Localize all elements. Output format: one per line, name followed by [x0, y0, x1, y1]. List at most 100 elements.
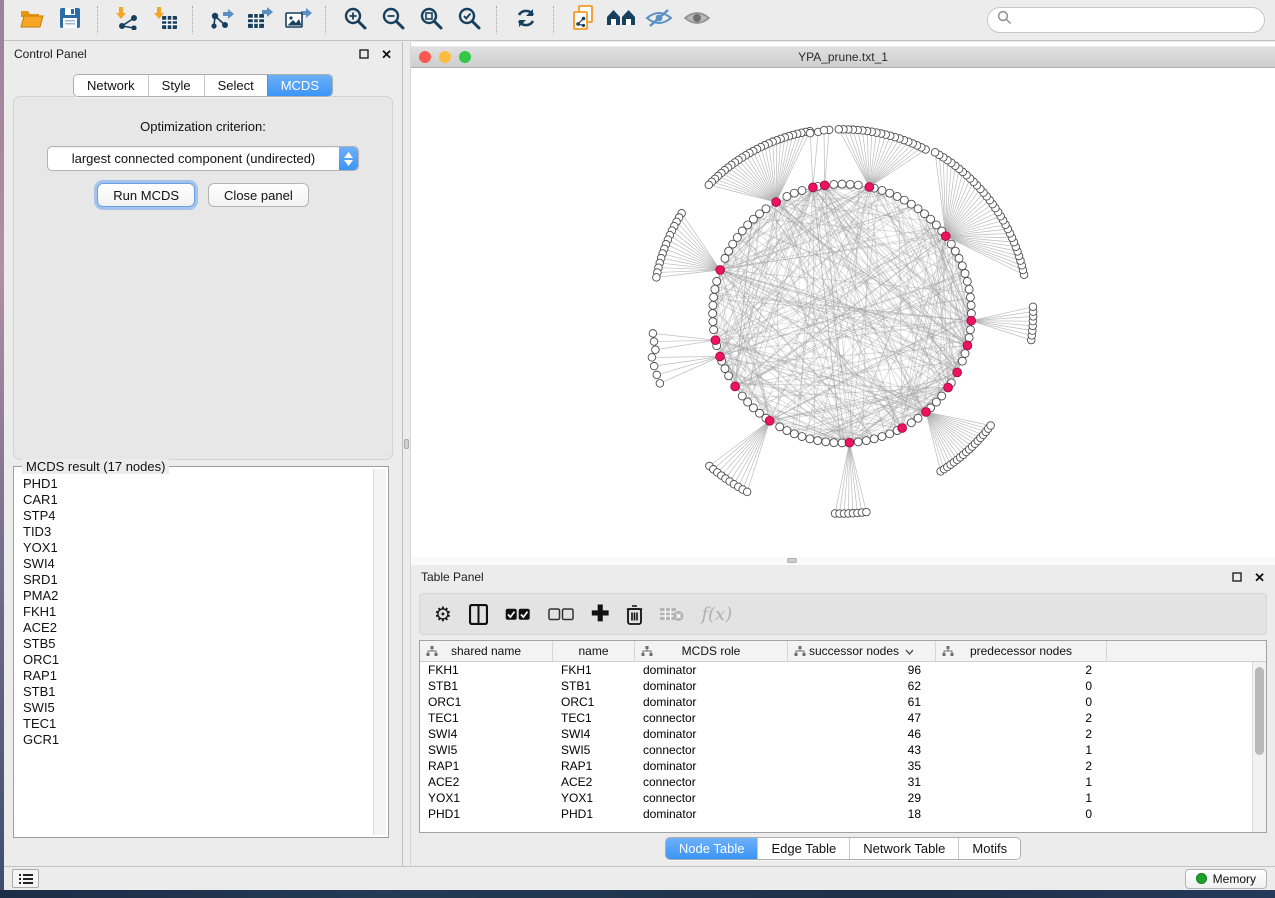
network-node[interactable]	[863, 508, 871, 516]
network-canvas[interactable]	[411, 69, 1275, 557]
close-panel-button[interactable]: Close panel	[208, 183, 309, 207]
network-node[interactable]	[854, 181, 862, 189]
select-all-button[interactable]	[505, 608, 531, 621]
dominator-node[interactable]	[716, 352, 725, 361]
import-table-from-file-button[interactable]	[147, 4, 183, 36]
network-node[interactable]	[830, 180, 838, 188]
network-node[interactable]	[967, 301, 975, 309]
network-node[interactable]	[886, 430, 894, 438]
cell-successor-nodes[interactable]: 35	[788, 758, 936, 774]
network-node[interactable]	[886, 189, 894, 197]
show-all-button[interactable]	[679, 4, 715, 36]
network-node[interactable]	[776, 423, 784, 431]
cell-successor-nodes[interactable]: 96	[788, 662, 936, 678]
dominator-node[interactable]	[953, 368, 962, 377]
mcds-result-item[interactable]: TEC1	[16, 716, 373, 732]
float-panel-icon[interactable]	[1232, 572, 1242, 582]
network-node[interactable]	[653, 274, 661, 282]
mcds-result-item[interactable]: PMA2	[16, 588, 373, 604]
table-scrollbar[interactable]	[1252, 662, 1266, 832]
network-graph[interactable]	[411, 69, 1275, 557]
search-input[interactable]	[1018, 13, 1255, 28]
network-node[interactable]	[705, 181, 713, 189]
export-table-button[interactable]	[242, 4, 278, 36]
cell-successor-nodes[interactable]: 46	[788, 726, 936, 742]
network-node[interactable]	[798, 433, 806, 441]
tab-select[interactable]: Select	[204, 75, 267, 96]
network-node[interactable]	[958, 357, 966, 365]
tab-motifs[interactable]: Motifs	[958, 838, 1020, 859]
cell-predecessor-nodes[interactable]: 2	[936, 710, 1107, 726]
tab-network-table[interactable]: Network Table	[849, 838, 958, 859]
cell-mcds-role[interactable]: connector	[635, 710, 788, 726]
network-node[interactable]	[762, 205, 770, 213]
network-node[interactable]	[965, 285, 973, 293]
table-row[interactable]: ORC1ORC1dominator610	[420, 694, 1266, 710]
float-panel-icon[interactable]	[359, 49, 369, 59]
network-node[interactable]	[709, 301, 717, 309]
network-node[interactable]	[862, 437, 870, 445]
horizontal-splitter[interactable]	[411, 557, 1275, 565]
mcds-result-item[interactable]: FKH1	[16, 604, 373, 620]
network-node[interactable]	[900, 196, 908, 204]
dominator-node[interactable]	[765, 416, 774, 425]
network-node[interactable]	[846, 180, 854, 188]
splitter-handle[interactable]	[787, 558, 797, 563]
cell-predecessor-nodes[interactable]: 0	[936, 806, 1107, 822]
mcds-result-item[interactable]: TID3	[16, 524, 373, 540]
network-node[interactable]	[783, 427, 791, 435]
network-node[interactable]	[738, 392, 746, 400]
network-node[interactable]	[709, 318, 717, 326]
cell-mcds-role[interactable]: connector	[635, 742, 788, 758]
cell-shared-name[interactable]: SWI4	[420, 726, 553, 742]
cell-name[interactable]: PHD1	[553, 806, 635, 822]
cell-mcds-role[interactable]: dominator	[635, 662, 788, 678]
network-node[interactable]	[653, 371, 661, 379]
tab-style[interactable]: Style	[148, 75, 204, 96]
function-builder-button[interactable]: f(x)	[701, 604, 732, 625]
cell-shared-name[interactable]: FKH1	[420, 662, 553, 678]
tab-edge-table[interactable]: Edge Table	[757, 838, 849, 859]
mcds-result-item[interactable]: SWI5	[16, 700, 373, 716]
cell-predecessor-nodes[interactable]: 0	[936, 694, 1107, 710]
table-row[interactable]: RAP1RAP1dominator352	[420, 758, 1266, 774]
cell-shared-name[interactable]: TEC1	[420, 710, 553, 726]
network-node[interactable]	[743, 488, 751, 496]
dominator-node[interactable]	[944, 383, 953, 392]
cell-shared-name[interactable]: ACE2	[420, 774, 553, 790]
cell-mcds-role[interactable]: connector	[635, 790, 788, 806]
save-session-button[interactable]	[52, 4, 88, 36]
network-node[interactable]	[721, 365, 729, 373]
mcds-result-item[interactable]: ACE2	[16, 620, 373, 636]
network-node[interactable]	[709, 310, 717, 318]
show-task-history-button[interactable]	[12, 869, 39, 888]
cell-mcds-role[interactable]: connector	[635, 774, 788, 790]
network-node[interactable]	[820, 126, 828, 134]
refresh-view-button[interactable]	[508, 4, 544, 36]
column-header-predecessor-nodes[interactable]: predecessor nodes	[936, 641, 1107, 661]
splitter-handle[interactable]	[404, 439, 409, 449]
zoom-fit-content-button[interactable]	[413, 4, 449, 36]
network-node[interactable]	[656, 380, 664, 388]
table-row[interactable]: YOX1YOX1connector291	[420, 790, 1266, 806]
cell-name[interactable]: RAP1	[553, 758, 635, 774]
table-row[interactable]: FKH1FKH1dominator962	[420, 662, 1266, 678]
cell-name[interactable]: TEC1	[553, 710, 635, 726]
cell-successor-nodes[interactable]: 61	[788, 694, 936, 710]
network-node[interactable]	[931, 149, 939, 157]
column-header-mcds-role[interactable]: MCDS role	[635, 641, 788, 661]
network-node[interactable]	[652, 346, 660, 354]
close-panel-icon[interactable]: ✕	[381, 48, 392, 61]
network-node[interactable]	[878, 186, 886, 194]
cell-name[interactable]: SWI4	[553, 726, 635, 742]
mcds-result-item[interactable]: ORC1	[16, 652, 373, 668]
network-node[interactable]	[830, 439, 838, 447]
mcds-result-item[interactable]: STB1	[16, 684, 373, 700]
network-node[interactable]	[710, 326, 718, 334]
cell-predecessor-nodes[interactable]: 2	[936, 662, 1107, 678]
cell-predecessor-nodes[interactable]: 1	[936, 774, 1107, 790]
cell-shared-name[interactable]: RAP1	[420, 758, 553, 774]
cell-successor-nodes[interactable]: 29	[788, 790, 936, 806]
network-node[interactable]	[725, 247, 733, 255]
mcds-result-item[interactable]: PHD1	[16, 476, 373, 492]
